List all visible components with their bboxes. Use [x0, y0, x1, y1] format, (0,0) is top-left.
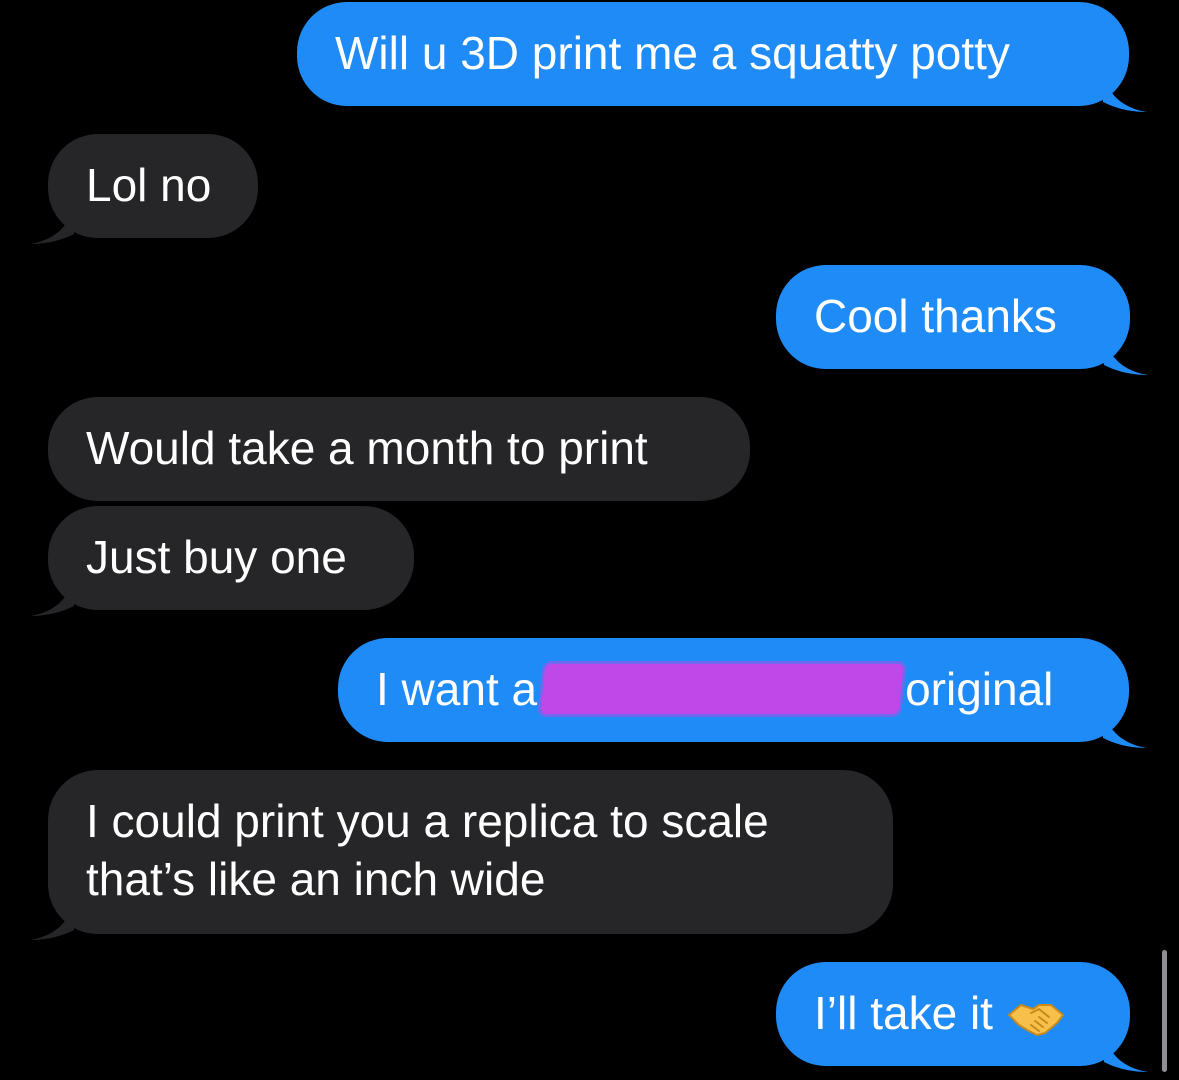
message-bubble-received[interactable]: Just buy one [30, 506, 414, 616]
redaction-scribble [540, 664, 904, 714]
message-bubble-sent[interactable]: I want a original [338, 638, 1147, 748]
message-bubble-sent[interactable]: Will u 3D print me a squatty potty [297, 2, 1147, 112]
bubble-tail-icon [1103, 68, 1147, 112]
message-content: I want a original [376, 660, 1129, 718]
message-bubble-sent[interactable]: Cool thanks [776, 265, 1148, 375]
bubble-tail-icon [30, 896, 74, 940]
message-text: Will u 3D print me a squatty potty [335, 27, 1010, 79]
message-text: I’ll take it [814, 987, 993, 1039]
handshake-emoji-icon [1007, 1003, 1064, 1036]
message-text: Lol no [86, 159, 212, 211]
message-bubble-received[interactable]: I could print you a replica to scale tha… [30, 770, 893, 940]
message-bubble-received[interactable]: Lol no [30, 134, 258, 244]
message-text-before: I want a [376, 663, 538, 715]
message-thread: Will u 3D print me a squatty potty Lol n… [0, 0, 1179, 1080]
message-text-after: original [905, 663, 1054, 715]
bubble-tail-icon [1104, 1028, 1148, 1072]
scroll-indicator[interactable] [1162, 950, 1167, 1072]
bubble-tail-icon [30, 572, 74, 616]
bubble-tail-icon [1103, 704, 1147, 748]
message-bubble-received[interactable]: Would take a month to print [48, 397, 750, 501]
message-text: Cool thanks [814, 290, 1057, 342]
message-text: Just buy one [86, 531, 347, 583]
message-text-line-1: I could print you a replica to scale [86, 795, 769, 847]
bubble-tail-icon [30, 200, 74, 244]
message-text: Would take a month to print [86, 422, 648, 474]
bubble-tail-icon [1104, 331, 1148, 375]
message-bubble-sent[interactable]: I’ll take it [776, 962, 1148, 1072]
message-text-line-2: that’s like an inch wide [86, 853, 546, 905]
